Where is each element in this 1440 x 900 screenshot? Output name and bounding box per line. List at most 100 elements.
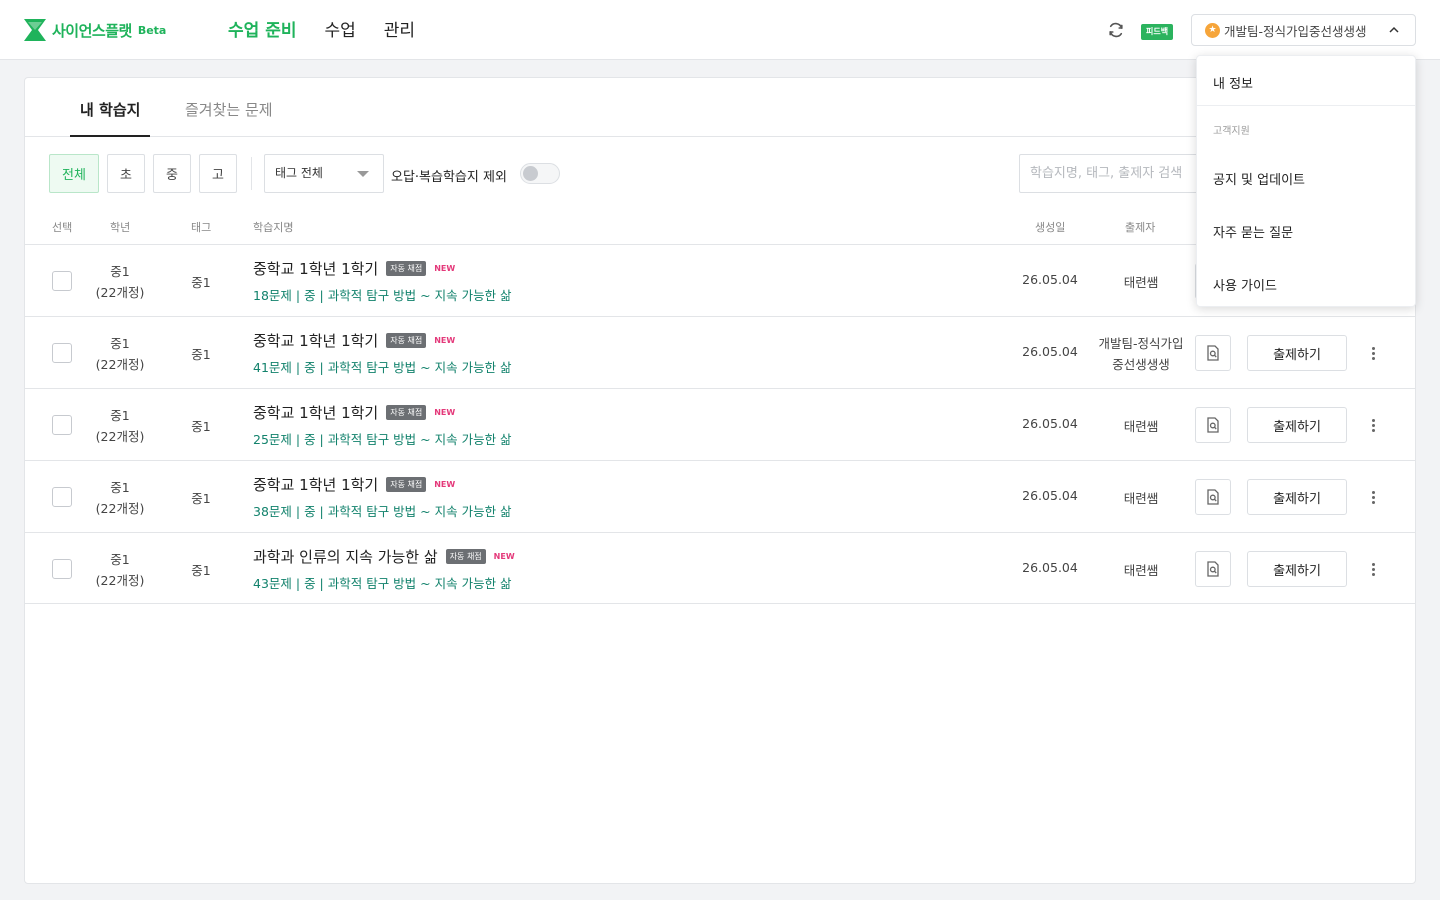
user-dropdown-menu: 내 정보 고객지원 공지 및 업데이트 자주 묻는 질문 사용 가이드: [1196, 55, 1416, 307]
worksheet-title[interactable]: 중학교 1학년 1학기: [253, 330, 378, 351]
more-options-icon[interactable]: [1365, 560, 1381, 578]
nav-class[interactable]: 수업: [324, 16, 355, 41]
issue-button[interactable]: 출제하기: [1247, 335, 1347, 371]
row-checkbox[interactable]: [52, 487, 72, 507]
grade-curriculum: (22개정): [95, 357, 145, 372]
grade-curriculum: (22개정): [95, 501, 145, 516]
worksheet-title[interactable]: 중학교 1학년 1학기: [253, 258, 378, 279]
author-name: 태련쌤: [1123, 563, 1159, 578]
user-name: 개발팀-정식가입중선생생생: [1224, 23, 1367, 39]
title-line: 중학교 1학년 1학기 자동 채점 NEW: [253, 258, 455, 279]
author-name-line2: 중선생생생: [1112, 357, 1170, 372]
more-options-icon[interactable]: [1365, 416, 1381, 434]
table-row: 중1 (22개정) 중1 중학교 1학년 1학기 자동 채점 NEW 25문제 | 중 | …: [25, 388, 1415, 460]
tab-favorite-problems[interactable]: 즐겨찾는 문제: [185, 99, 273, 120]
menu-faq[interactable]: 자주 묻는 질문: [1213, 222, 1293, 241]
new-badge: NEW: [434, 480, 456, 489]
filter-elementary-button[interactable]: 초: [107, 154, 145, 193]
document-search-icon: [1207, 417, 1219, 433]
preview-button[interactable]: [1195, 479, 1231, 515]
tag-cell: 중1: [191, 347, 211, 362]
new-badge: NEW: [434, 264, 456, 273]
row-checkbox[interactable]: [52, 271, 72, 291]
feedback-button[interactable]: 피드백: [1141, 24, 1174, 40]
author-cell: 태련쌤: [1089, 488, 1193, 509]
caret-down-icon: [357, 171, 369, 177]
author-cell: 태련쌤: [1089, 416, 1193, 437]
filter-middle-button[interactable]: 중: [153, 154, 191, 193]
table-row: 중1 (22개정) 중1 중학교 1학년 1학기 자동 채점 NEW 41문제 | 중 | …: [25, 316, 1415, 388]
preview-button[interactable]: [1195, 407, 1231, 443]
logo-beta-label: Beta: [137, 23, 167, 37]
tag-cell: 중1: [191, 563, 211, 578]
created-date: 26.05.04: [1022, 344, 1078, 359]
new-badge: NEW: [493, 552, 515, 561]
document-search-icon: [1207, 489, 1219, 505]
user-menu-button[interactable]: ★ 개발팀-정식가입중선생생생: [1191, 14, 1416, 46]
grade-value: 중1: [110, 552, 130, 567]
row-checkbox[interactable]: [52, 343, 72, 363]
active-tab-indicator: [70, 135, 150, 137]
header-created-date: 생성일: [1035, 221, 1066, 234]
refresh-icon[interactable]: [1106, 20, 1126, 40]
toggle-knob: [523, 166, 538, 181]
preview-button[interactable]: [1195, 335, 1231, 371]
nav-manage[interactable]: 관리: [384, 16, 415, 41]
menu-section-support: 고객지원: [1213, 126, 1250, 137]
header-author: 출제자: [1125, 221, 1156, 234]
header-select: 선택: [52, 221, 73, 234]
grade-curriculum: (22개정): [95, 429, 145, 444]
author-cell: 태련쌤: [1089, 560, 1193, 581]
grade-cell: 중1 (22개정): [85, 333, 155, 375]
table-row: 중1 (22개정) 중1 과학과 인류의 지속 가능한 삶 자동 채점 NEW 43문제 |…: [25, 532, 1415, 604]
author-name: 개발팀-정식가입: [1098, 336, 1184, 351]
worksheet-title[interactable]: 과학과 인류의 지속 가능한 삶: [253, 546, 438, 567]
star-avatar-icon: ★: [1205, 22, 1220, 38]
grade-curriculum: (22개정): [95, 573, 145, 588]
header-worksheet-name: 학습지명: [253, 221, 294, 234]
tag-select[interactable]: 태그 전체: [264, 154, 384, 193]
auto-grading-badge: 자동 채점: [386, 333, 427, 348]
logo[interactable]: 사이언스플랫 Beta: [24, 19, 166, 41]
logo-text: 사이언스플랫: [52, 21, 132, 40]
row-checkbox[interactable]: [52, 559, 72, 579]
menu-notices[interactable]: 공지 및 업데이트: [1213, 169, 1305, 188]
search-input[interactable]: [1019, 154, 1219, 193]
created-date: 26.05.04: [1022, 488, 1078, 503]
worksheet-title[interactable]: 중학교 1학년 1학기: [253, 474, 378, 495]
issue-button[interactable]: 출제하기: [1247, 479, 1347, 515]
grade-cell: 중1 (22개정): [85, 549, 155, 591]
author-name: 태련쌤: [1123, 419, 1159, 434]
menu-user-guide[interactable]: 사용 가이드: [1213, 275, 1277, 294]
nav-class-prep[interactable]: 수업 준비: [228, 16, 296, 41]
preview-button[interactable]: [1195, 551, 1231, 587]
exclude-review-toggle[interactable]: [520, 163, 560, 184]
top-header: 사이언스플랫 Beta 수업 준비 수업 관리 피드백 ★ 개발팀-정식가입중선…: [0, 0, 1440, 60]
worksheet-summary: 18문제 | 중 | 과학적 탐구 방법 ~ 지속 가능한 삶: [253, 288, 512, 303]
worksheet-summary: 25문제 | 중 | 과학적 탐구 방법 ~ 지속 가능한 삶: [253, 432, 512, 447]
logo-icon: [24, 19, 46, 41]
auto-grading-badge: 자동 채점: [386, 405, 427, 420]
tab-my-worksheets[interactable]: 내 학습지: [80, 99, 140, 120]
row-checkbox[interactable]: [52, 415, 72, 435]
issue-button[interactable]: 출제하기: [1247, 551, 1347, 587]
worksheet-title[interactable]: 중학교 1학년 1학기: [253, 402, 378, 423]
grade-cell: 중1 (22개정): [85, 477, 155, 519]
created-date: 26.05.04: [1022, 416, 1078, 431]
filter-high-button[interactable]: 고: [199, 154, 237, 193]
created-date: 26.05.04: [1022, 272, 1078, 287]
header-tag: 태그: [191, 221, 212, 234]
chevron-up-icon: [1389, 26, 1399, 33]
table-row: 중1 (22개정) 중1 중학교 1학년 1학기 자동 채점 NEW 38문제 | 중 | …: [25, 460, 1415, 532]
document-search-icon: [1207, 561, 1219, 577]
author-cell: 개발팀-정식가입중선생생생: [1089, 333, 1193, 375]
grade-cell: 중1 (22개정): [85, 261, 155, 303]
more-options-icon[interactable]: [1365, 344, 1381, 362]
more-options-icon[interactable]: [1365, 488, 1381, 506]
title-line: 과학과 인류의 지속 가능한 삶 자동 채점 NEW: [253, 546, 515, 567]
tag-cell: 중1: [191, 491, 211, 506]
issue-button[interactable]: 출제하기: [1247, 407, 1347, 443]
tag-select-value: 태그 전체: [275, 166, 323, 180]
menu-my-info[interactable]: 내 정보: [1213, 73, 1253, 92]
filter-all-button[interactable]: 전체: [49, 154, 99, 193]
